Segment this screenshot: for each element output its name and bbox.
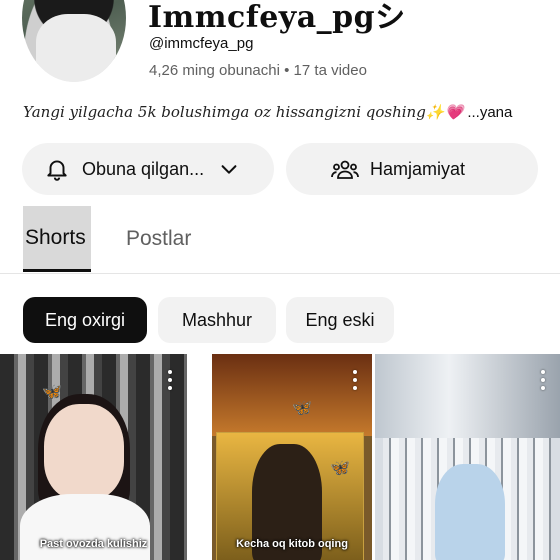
- short-thumbnail[interactable]: 🦋 🦋 Kecha oq kitob oqing: [212, 354, 372, 560]
- subscribed-label: Obuna qilgan...: [82, 158, 205, 179]
- community-button[interactable]: Hamjamiyat: [286, 143, 538, 195]
- butterfly-icon: 🦋: [330, 460, 350, 477]
- thumbnail-background: [375, 354, 560, 438]
- butterfly-icon: 🦋: [292, 400, 312, 417]
- more-vertical-icon[interactable]: [540, 370, 546, 390]
- subscriber-count: 4,26 ming obunachi: [149, 62, 280, 79]
- avatar-coat: [36, 14, 116, 82]
- channel-description[interactable]: Yangi yilgacha 5k bolushimga oz hissangi…: [23, 103, 512, 121]
- thumbnail-body: [20, 494, 150, 560]
- tab-shorts[interactable]: Shorts: [23, 206, 91, 272]
- stats-separator: •: [284, 62, 290, 79]
- more-vertical-icon[interactable]: [167, 370, 173, 390]
- more-vertical-icon[interactable]: [352, 370, 358, 390]
- channel-title: Immcfeya_pgシ: [148, 0, 406, 35]
- channel-stats: 4,26 ming obunachi • 17 ta video: [149, 62, 367, 79]
- description-text: Yangi yilgacha 5k bolushimga oz hissangi…: [23, 103, 464, 121]
- chip-latest[interactable]: Eng oxirgi: [23, 297, 147, 343]
- chevron-down-icon: [218, 158, 240, 180]
- channel-avatar[interactable]: [22, 0, 126, 82]
- short-caption: Kecha oq kitob oqing: [236, 538, 348, 550]
- butterfly-icon: 🦋: [42, 384, 62, 401]
- chip-oldest[interactable]: Eng eski: [286, 297, 394, 343]
- short-thumbnail[interactable]: [375, 354, 560, 560]
- description-more-link[interactable]: ...yana: [463, 104, 512, 121]
- thumbnail-face: [44, 404, 124, 500]
- short-thumbnail[interactable]: 🦋 Past ovozda kulishiz: [0, 354, 187, 560]
- bell-icon: [42, 154, 72, 184]
- channel-handle: @immcfeya_pg: [149, 35, 254, 52]
- tab-posts[interactable]: Postlar: [126, 206, 191, 272]
- short-caption: Past ovozda kulishiz: [39, 538, 148, 550]
- people-icon: [330, 154, 360, 184]
- video-count: 17 ta video: [293, 62, 367, 79]
- subscribed-button[interactable]: Obuna qilgan...: [22, 143, 274, 195]
- community-label: Hamjamiyat: [370, 158, 466, 179]
- chip-popular[interactable]: Mashhur: [158, 297, 276, 343]
- tabs-divider: [0, 273, 560, 274]
- thumbnail-figure: [435, 464, 505, 560]
- thumbnail-background: [212, 354, 372, 436]
